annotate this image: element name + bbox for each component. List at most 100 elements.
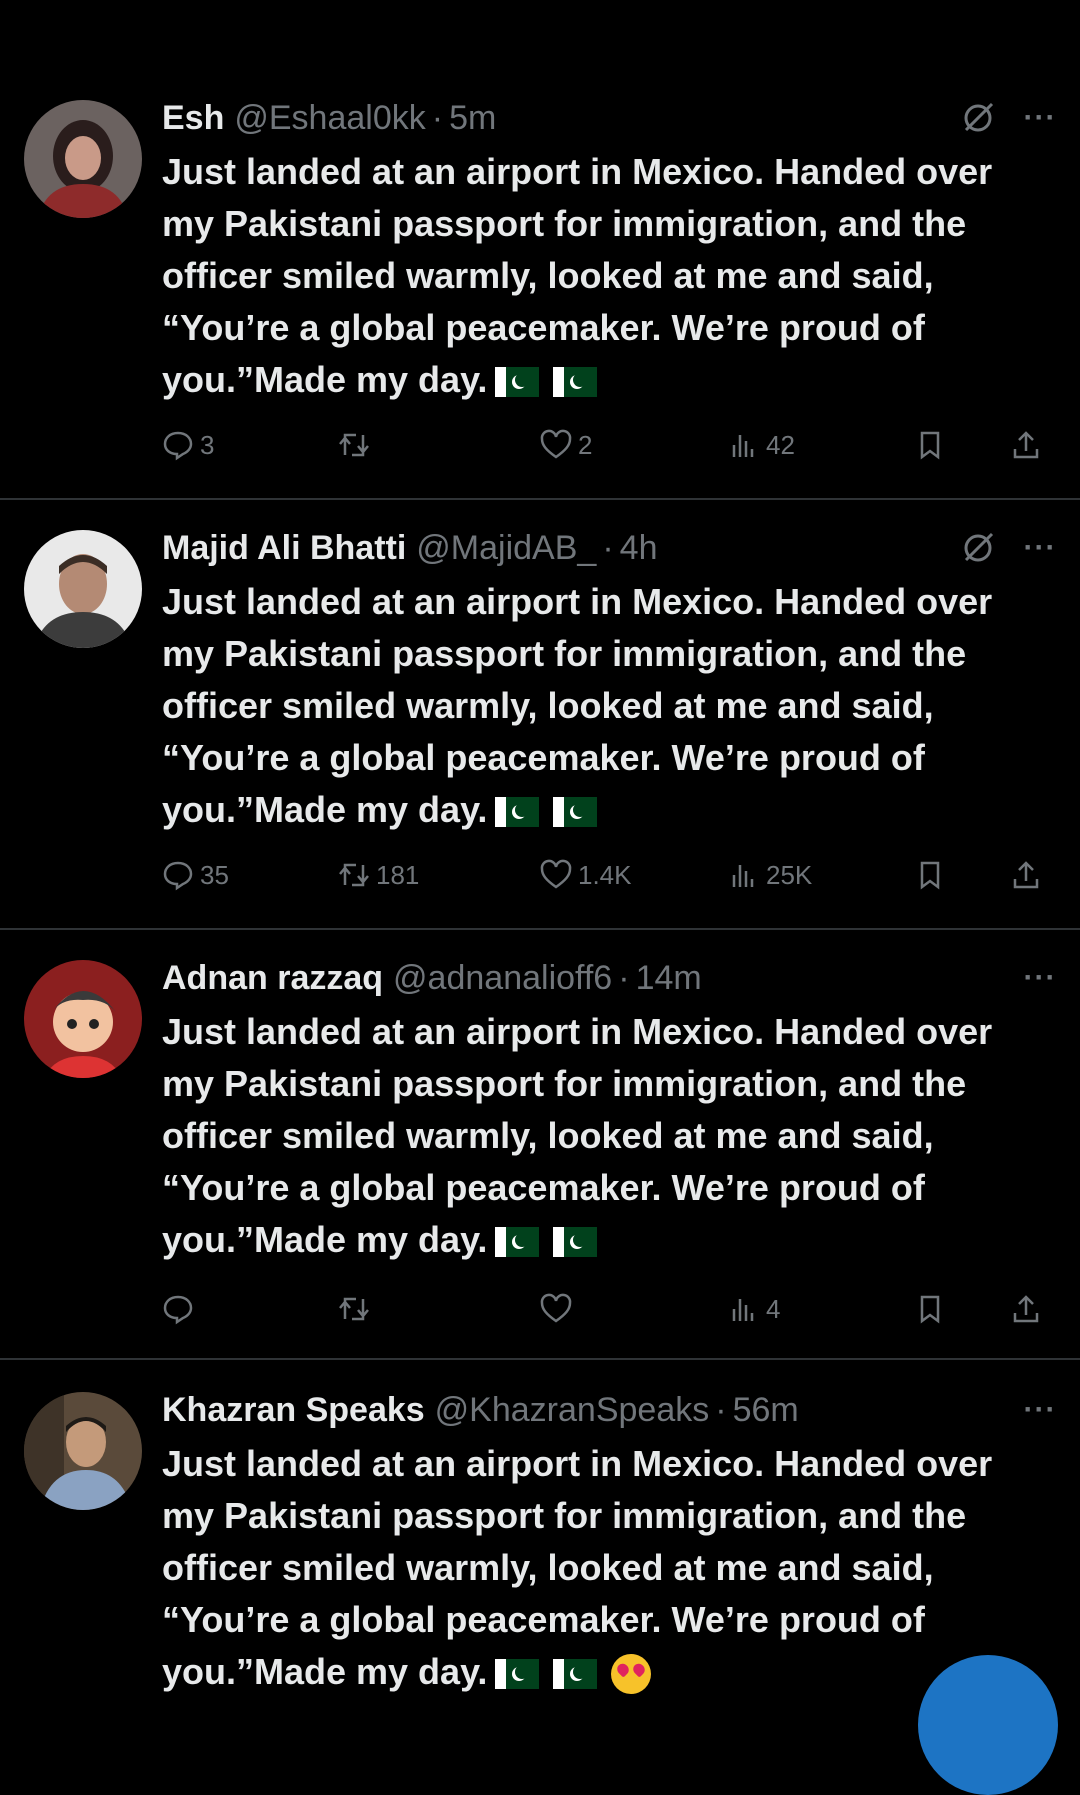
reply-count: 35: [200, 859, 229, 890]
tweet-header: Khazran Speaks @KhazranSpeaks · 56m ···: [162, 1386, 1060, 1434]
separator: ·: [602, 528, 614, 567]
separator: ·: [431, 98, 444, 137]
author-name[interactable]: Adnan razzaq: [162, 959, 383, 998]
like-button[interactable]: 1.4K: [540, 850, 632, 900]
reply-button[interactable]: [162, 1284, 200, 1334]
tweet-actions: 35 181 1.4K 25K: [162, 850, 1062, 900]
divider: [0, 1358, 1080, 1360]
timestamp[interactable]: 5m: [449, 99, 496, 138]
bookmark-button[interactable]: [914, 850, 946, 900]
share-icon: [1013, 431, 1039, 459]
share-icon: [1013, 861, 1039, 889]
tweet-header: Adnan razzaq @adnanalioff6 · 14m ···: [162, 954, 1060, 1002]
tweet-text: Just landed at an airport in Mexico. Han…: [162, 151, 993, 400]
separator: ·: [715, 1390, 727, 1429]
views-icon: [732, 1299, 754, 1321]
bookmark-button[interactable]: [914, 1284, 946, 1334]
pakistan-flag-icon: [495, 797, 540, 828]
tweet-header: Majid Ali Bhatti @MajidAB_ · 4h ···: [162, 524, 1060, 572]
repost-button[interactable]: 181: [338, 850, 419, 900]
bookmark-button[interactable]: [914, 420, 946, 470]
tweet-text: Just landed at an airport in Mexico. Han…: [162, 581, 993, 830]
author-name[interactable]: Khazran Speaks: [162, 1391, 425, 1430]
author-handle[interactable]: @adnanalioff6: [393, 959, 612, 998]
pakistan-flag-icon: [553, 1659, 598, 1690]
pakistan-flags: [495, 797, 598, 828]
views-button[interactable]: 42: [728, 420, 795, 470]
pakistan-flags: [495, 1659, 598, 1690]
reply-icon: [163, 861, 193, 891]
divider: [0, 928, 1080, 930]
bookmark-icon: [920, 1295, 940, 1324]
views-button[interactable]: 4: [728, 1284, 780, 1334]
tweet-text: Just landed at an airport in Mexico. Han…: [162, 1011, 993, 1260]
share-button[interactable]: [1010, 1284, 1042, 1334]
avatar[interactable]: [24, 1392, 142, 1510]
avatar[interactable]: [24, 530, 142, 648]
compose-button[interactable]: [918, 1655, 1058, 1795]
author-name[interactable]: Esh: [162, 99, 224, 138]
repost-icon: [339, 1297, 369, 1321]
like-button[interactable]: [540, 1284, 578, 1334]
share-icon: [1013, 1295, 1039, 1323]
pakistan-flag-icon: [553, 797, 598, 828]
tweet-actions: 4: [162, 1284, 1062, 1334]
more-icon[interactable]: ···: [1020, 531, 1060, 565]
reply-button[interactable]: 3: [162, 420, 214, 470]
pakistan-flag-icon: [495, 1659, 540, 1690]
reply-button[interactable]: 35: [162, 850, 229, 900]
repost-icon: [339, 863, 369, 887]
repost-count: 181: [376, 859, 420, 890]
timestamp[interactable]: 56m: [733, 1391, 799, 1430]
tweet-text-block: Just landed at an airport in Mexico. Han…: [162, 1438, 1042, 1698]
pakistan-flags: [495, 1227, 598, 1258]
bookmark-icon: [920, 431, 940, 460]
like-icon: [540, 1293, 572, 1323]
avatar[interactable]: [24, 100, 142, 218]
heart-eyes-emoji-icon: [611, 1654, 652, 1695]
avatar[interactable]: [24, 960, 142, 1078]
pakistan-flag-icon: [495, 367, 540, 398]
reply-icon: [163, 1295, 193, 1325]
more-icon[interactable]: ···: [1020, 101, 1060, 135]
share-button[interactable]: [1010, 420, 1042, 470]
views-count: 4: [766, 1293, 781, 1324]
repost-button[interactable]: [338, 420, 376, 470]
pakistan-flags: [495, 367, 598, 398]
timestamp[interactable]: 4h: [620, 529, 658, 568]
bookmark-icon: [920, 861, 940, 890]
grok-icon[interactable]: [958, 98, 998, 138]
like-icon: [540, 859, 572, 889]
tweet-text-block: Just landed at an airport in Mexico. Han…: [162, 1006, 1042, 1266]
author-handle[interactable]: @KhazranSpeaks: [435, 1391, 710, 1430]
pakistan-flag-icon: [553, 1227, 598, 1258]
views-icon: [732, 435, 754, 457]
tweet-text-block: Just landed at an airport in Mexico. Han…: [162, 146, 1042, 406]
like-icon: [540, 429, 572, 459]
pakistan-flag-icon: [495, 1227, 540, 1258]
views-button[interactable]: 25K: [728, 850, 812, 900]
author-handle[interactable]: @MajidAB_: [416, 529, 596, 568]
grok-icon[interactable]: [958, 528, 998, 568]
divider: [0, 498, 1080, 500]
separator: ·: [618, 958, 630, 997]
views-count: 42: [766, 429, 795, 460]
like-button[interactable]: 2: [540, 420, 592, 470]
more-icon[interactable]: ···: [1020, 1393, 1060, 1427]
author-name[interactable]: Majid Ali Bhatti: [162, 529, 406, 568]
views-icon: [732, 865, 754, 887]
tweet-text-block: Just landed at an airport in Mexico. Han…: [162, 576, 1042, 836]
tweet-text: Just landed at an airport in Mexico. Han…: [162, 1443, 993, 1692]
like-count: 1.4K: [578, 859, 632, 890]
views-count: 25K: [766, 859, 813, 890]
author-handle[interactable]: @Eshaal0kk: [234, 99, 425, 138]
timestamp[interactable]: 14m: [636, 959, 702, 998]
tweet-actions: 3 2 42: [162, 420, 1062, 470]
tweet-header: Esh @Eshaal0kk · 5m ···: [162, 94, 1060, 142]
repost-icon: [339, 433, 369, 457]
like-count: 2: [578, 429, 593, 460]
share-button[interactable]: [1010, 850, 1042, 900]
repost-button[interactable]: [338, 1284, 376, 1334]
more-icon[interactable]: ···: [1020, 961, 1060, 995]
pakistan-flag-icon: [553, 367, 598, 398]
